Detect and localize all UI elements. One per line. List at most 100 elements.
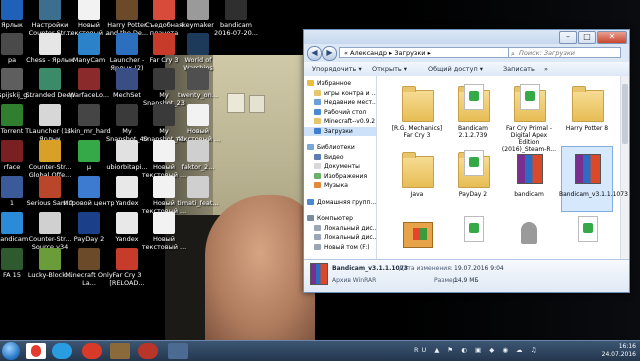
close-button[interactable]: ✕ [597,31,627,44]
file-item[interactable]: Far Cry Primal - Digital Apex Edition (2… [501,82,557,153]
opera-button[interactable] [82,343,102,359]
nav-item[interactable]: Домашняя групп... [304,198,376,207]
winrar-archive-icon [511,148,547,188]
app-icon [187,176,209,198]
nav-item[interactable]: Новый том (F:) [304,243,376,252]
language-indicator[interactable]: RU [414,346,429,354]
winrar-archive-icon [569,148,605,188]
clock-time: 16:16 [618,343,636,350]
address-bar[interactable]: « Александр ▸ Загрузки ▸ [339,47,521,58]
clock[interactable]: 16:16 24.07.2016 [602,341,636,361]
desktop-icon-label: twenty_on... [178,91,218,99]
nav-item[interactable]: Локальный дис... [304,233,376,242]
file-item[interactable]: Bandicam 2.1.2.739 [445,82,501,139]
app-icon [78,248,100,270]
nav-item[interactable]: Локальный дис... [304,224,376,233]
nav-item[interactable]: Недавние мест... [304,98,376,107]
nav-item[interactable]: Видео [304,153,376,162]
scrollbar[interactable] [620,76,629,259]
app-icon [225,0,247,20]
file-item[interactable]: Harry Potter 8 [559,82,615,132]
skype-button[interactable] [52,343,72,359]
start-button[interactable] [2,342,20,360]
nav-item-label: Загрузки [324,127,353,135]
nav-item-label: Домашняя групп... [317,198,376,206]
desktop-icon[interactable]: bandicam 2016-07-20... [210,0,262,37]
nav-item-icon [314,89,321,96]
app-icon [78,33,100,55]
file-item[interactable] [559,214,615,257]
nav-item-label: Локальный дис... [324,224,376,232]
organize-button[interactable]: Упорядочить ▾ [312,64,362,74]
nav-item-label: Компьютер [317,215,353,222]
nav-item[interactable]: Рабочий стол [304,108,376,117]
nav-item-icon [314,243,321,250]
file-item[interactable] [445,214,501,257]
forward-button[interactable]: ▶ [322,46,337,61]
desktop-icon-label: Far Cry 3 [RELOAD... [109,271,145,287]
status-file-type: Архив WinRAR [332,277,377,284]
status-file-name: Bandicam_v3.1.1.1073 [332,265,409,272]
file-item[interactable]: Bandicam_v3.1.1.1073 [559,146,628,212]
nav-item[interactable]: Документы [304,162,376,171]
folder-icon [399,148,435,188]
desktop-icon[interactable]: Far Cry 3 [RELOAD... [101,248,153,287]
file-item[interactable]: bandicam [501,148,557,198]
maximize-button[interactable]: □ [578,31,596,44]
nav-item-label: Рабочий стол [324,108,367,116]
nav-item[interactable]: игры контра и ... [304,89,376,98]
more-button[interactable]: » [544,64,548,74]
file-item[interactable]: [R.G. Mechanics] Far Cry 3 [389,82,445,139]
navigation-pane: Избранное игры контра и ... Недавние мест.… [304,76,377,259]
bandicam-button[interactable] [138,343,158,359]
search-input[interactable]: ⌕ Поиск: Загрузки [508,47,621,58]
desktop-icon[interactable]: timati_feat... [172,176,224,208]
nav-item[interactable]: Библиотеки [304,143,376,152]
nav-item[interactable]: Избранное [304,79,376,88]
file-name: [R.G. Mechanics] Far Cry 3 [391,125,443,139]
nav-item-icon [314,108,321,115]
desktop-icon[interactable]: World of Warships [172,33,224,72]
desktop-icon-label: faktor_2... [181,163,215,171]
folder-icon [399,82,435,122]
burn-button[interactable]: Записать [503,64,535,74]
app-icon [187,104,209,126]
desktop-icon[interactable]: Новый текстовый ... [138,212,190,251]
file-item[interactable]: PayDay 2 [445,148,501,198]
yandex-browser-button[interactable] [26,343,46,359]
file-item[interactable] [501,214,557,257]
nav-item-icon [307,144,314,150]
explorer-taskbar-button[interactable] [168,343,188,359]
explorer-window: – □ ✕ ◀ ▶ « Александр ▸ Загрузки ▸ ⌕ Пои… [303,29,630,293]
app-icon [1,140,23,162]
app-icon [116,104,138,126]
file-item[interactable] [389,214,445,257]
app-icon [78,212,100,234]
minimize-button[interactable]: – [559,31,577,44]
share-button[interactable]: Общий доступ ▾ [428,64,483,74]
modified-label: Дата изменения: [399,265,453,272]
minecraft-button[interactable] [110,343,130,359]
desktop-icon[interactable]: faktor_2... [172,140,224,172]
nav-item[interactable]: Minecraft--v0.9.2 [304,117,376,126]
open-button[interactable]: Открыть ▾ [372,64,407,74]
nav-item-icon [307,215,314,221]
nav-item-icon [314,163,321,169]
nav-item-icon [314,182,321,188]
nav-item-label: Локальный дис... [324,234,376,241]
desktop-icon-label: Новый текстовый ... [141,235,187,251]
file-name: Harry Potter 8 [565,125,609,132]
nav-item[interactable]: Изображения [304,172,376,181]
nav-item[interactable]: Компьютер [304,214,376,223]
nav-item-icon [314,234,321,240]
nav-item[interactable]: Музыка [304,181,376,190]
nav-item[interactable]: Загрузки [304,126,376,136]
desktop-icon[interactable]: twenty_on... [172,68,224,100]
file-item[interactable]: Java [389,148,445,198]
window-titlebar[interactable]: – □ ✕ [304,30,629,44]
back-button[interactable]: ◀ [307,46,322,61]
desktop-icon[interactable]: Новый текстовый ... [172,104,224,143]
setup-box-icon [399,214,435,254]
nav-item-icon [314,172,321,179]
app-icon [153,212,175,234]
